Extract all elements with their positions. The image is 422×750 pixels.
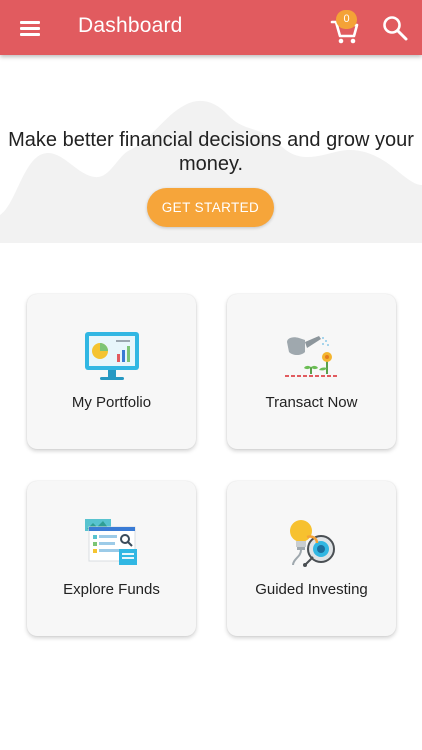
tile-label: Transact Now xyxy=(265,394,358,411)
menu-button[interactable] xyxy=(14,13,46,43)
tile-guided-investing[interactable]: Guided Investing xyxy=(227,481,396,636)
hero-banner: Make better financial decisions and grow… xyxy=(0,55,422,243)
search-icon xyxy=(383,16,408,41)
portfolio-monitor-icon xyxy=(84,332,139,380)
cart-count-badge: 0 xyxy=(336,10,357,29)
app-bar: Dashboard 0 xyxy=(0,0,422,55)
page-title: Dashboard xyxy=(78,14,183,37)
fund-documents-icon xyxy=(84,519,137,565)
search-button[interactable] xyxy=(380,13,412,43)
bulb-target-icon xyxy=(289,520,335,567)
tile-my-portfolio[interactable]: My Portfolio xyxy=(27,294,196,449)
get-started-button[interactable]: GET STARTED xyxy=(147,188,274,227)
tile-label: Explore Funds xyxy=(63,581,160,598)
watering-plant-icon xyxy=(284,336,339,377)
tile-explore-funds[interactable]: Explore Funds xyxy=(27,481,196,636)
tile-label: Guided Investing xyxy=(255,581,368,598)
hero-headline: Make better financial decisions and grow… xyxy=(8,129,414,175)
menu-icon xyxy=(20,21,40,24)
tile-label: My Portfolio xyxy=(71,394,152,411)
tile-transact-now[interactable]: Transact Now xyxy=(227,294,396,449)
